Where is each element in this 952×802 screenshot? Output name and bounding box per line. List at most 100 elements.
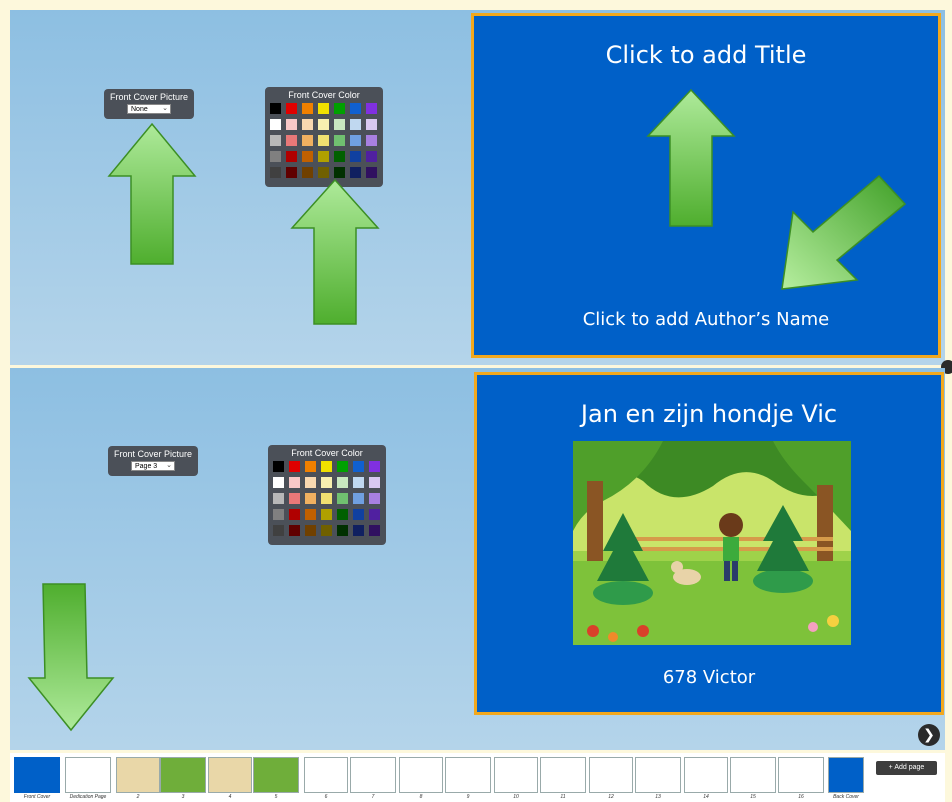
- page-thumbnail[interactable]: [540, 757, 586, 793]
- color-swatch[interactable]: [273, 461, 284, 472]
- front-cover-preview[interactable]: Click to add Title Click to add Author’s…: [471, 13, 941, 358]
- front-cover-preview[interactable]: Jan en zijn hondje Vic 678 Victor: [474, 372, 944, 715]
- page-thumbnail-label: 14: [703, 794, 709, 800]
- page-thumbnail[interactable]: [304, 757, 348, 793]
- color-swatch[interactable]: [369, 461, 380, 472]
- color-swatch[interactable]: [337, 477, 348, 488]
- page-thumbnail[interactable]: [684, 757, 728, 793]
- color-swatch[interactable]: [305, 477, 316, 488]
- color-swatch[interactable]: [273, 525, 284, 536]
- color-swatch[interactable]: [289, 509, 300, 520]
- color-swatch[interactable]: [321, 493, 332, 504]
- cover-author[interactable]: Click to add Author’s Name: [474, 309, 938, 330]
- page-thumbnail[interactable]: [253, 757, 299, 793]
- page-thumbnail[interactable]: [399, 757, 443, 793]
- front-cover-picture-select[interactable]: None ⌄: [127, 104, 171, 114]
- front-cover-picture-select[interactable]: Page 3 ⌄: [131, 461, 175, 471]
- color-swatch[interactable]: [353, 461, 364, 472]
- color-swatch[interactable]: [369, 493, 380, 504]
- color-swatch[interactable]: [366, 167, 377, 178]
- color-swatch[interactable]: [270, 151, 281, 162]
- color-swatch[interactable]: [366, 119, 377, 130]
- color-swatch[interactable]: [318, 151, 329, 162]
- color-swatch[interactable]: [270, 119, 281, 130]
- color-swatch[interactable]: [366, 103, 377, 114]
- color-swatch[interactable]: [289, 525, 300, 536]
- color-swatch[interactable]: [366, 151, 377, 162]
- color-swatch[interactable]: [302, 103, 313, 114]
- color-swatch[interactable]: [321, 477, 332, 488]
- color-swatch[interactable]: [353, 477, 364, 488]
- color-swatch[interactable]: [350, 151, 361, 162]
- page-thumbnail[interactable]: [635, 757, 681, 793]
- color-swatch[interactable]: [286, 119, 297, 130]
- color-swatch[interactable]: [318, 119, 329, 130]
- color-swatch[interactable]: [270, 103, 281, 114]
- color-swatch[interactable]: [350, 167, 361, 178]
- color-swatch[interactable]: [305, 461, 316, 472]
- color-swatch[interactable]: [350, 103, 361, 114]
- color-swatch[interactable]: [305, 509, 316, 520]
- color-swatch[interactable]: [366, 135, 377, 146]
- color-swatch[interactable]: [337, 493, 348, 504]
- cover-title[interactable]: Jan en zijn hondje Vic: [477, 400, 941, 428]
- cover-author[interactable]: 678 Victor: [477, 667, 941, 688]
- color-swatch[interactable]: [350, 119, 361, 130]
- color-swatch[interactable]: [318, 135, 329, 146]
- color-swatch[interactable]: [286, 103, 297, 114]
- color-swatch[interactable]: [337, 461, 348, 472]
- page-thumbnail[interactable]: [730, 757, 776, 793]
- color-swatch[interactable]: [273, 477, 284, 488]
- color-swatch[interactable]: [353, 525, 364, 536]
- next-page-button[interactable]: ❯: [918, 724, 940, 746]
- page-thumbnail[interactable]: [160, 757, 206, 793]
- color-swatch[interactable]: [318, 167, 329, 178]
- color-swatch[interactable]: [337, 509, 348, 520]
- color-swatch[interactable]: [302, 135, 313, 146]
- page-thumbnail[interactable]: [65, 757, 111, 793]
- color-swatch[interactable]: [321, 525, 332, 536]
- color-swatch[interactable]: [369, 477, 380, 488]
- add-page-button[interactable]: + Add page: [876, 761, 937, 775]
- color-swatch[interactable]: [305, 525, 316, 536]
- color-swatch[interactable]: [273, 509, 284, 520]
- color-swatch[interactable]: [334, 103, 345, 114]
- page-thumbnail[interactable]: [494, 757, 538, 793]
- color-swatch[interactable]: [305, 493, 316, 504]
- page-thumbnail[interactable]: [350, 757, 396, 793]
- color-swatch[interactable]: [350, 135, 361, 146]
- page-thumbnail[interactable]: [445, 757, 491, 793]
- color-swatch[interactable]: [334, 167, 345, 178]
- color-swatch[interactable]: [337, 525, 348, 536]
- page-thumbnail[interactable]: [208, 757, 252, 793]
- color-swatch[interactable]: [334, 119, 345, 130]
- color-swatch[interactable]: [286, 135, 297, 146]
- color-swatch[interactable]: [286, 151, 297, 162]
- color-swatch[interactable]: [369, 525, 380, 536]
- page-thumbnail[interactable]: [828, 757, 864, 793]
- color-swatch[interactable]: [286, 167, 297, 178]
- page-thumbnail[interactable]: [778, 757, 824, 793]
- page-thumbnail[interactable]: [589, 757, 633, 793]
- page-thumbnail-label: 10: [513, 794, 519, 800]
- color-swatch[interactable]: [273, 493, 284, 504]
- color-swatch[interactable]: [321, 509, 332, 520]
- color-swatch[interactable]: [270, 167, 281, 178]
- cover-title[interactable]: Click to add Title: [474, 41, 938, 69]
- color-swatch[interactable]: [289, 493, 300, 504]
- color-swatch[interactable]: [353, 509, 364, 520]
- color-swatch[interactable]: [369, 509, 380, 520]
- color-swatch[interactable]: [302, 119, 313, 130]
- color-swatch[interactable]: [270, 135, 281, 146]
- page-thumbnail[interactable]: [116, 757, 160, 793]
- color-swatch[interactable]: [321, 461, 332, 472]
- color-swatch[interactable]: [289, 461, 300, 472]
- color-swatch[interactable]: [302, 151, 313, 162]
- color-swatch[interactable]: [334, 135, 345, 146]
- color-swatch[interactable]: [289, 477, 300, 488]
- page-thumbnail[interactable]: [14, 757, 60, 793]
- color-swatch[interactable]: [318, 103, 329, 114]
- color-swatch[interactable]: [302, 167, 313, 178]
- color-swatch[interactable]: [334, 151, 345, 162]
- color-swatch[interactable]: [353, 493, 364, 504]
